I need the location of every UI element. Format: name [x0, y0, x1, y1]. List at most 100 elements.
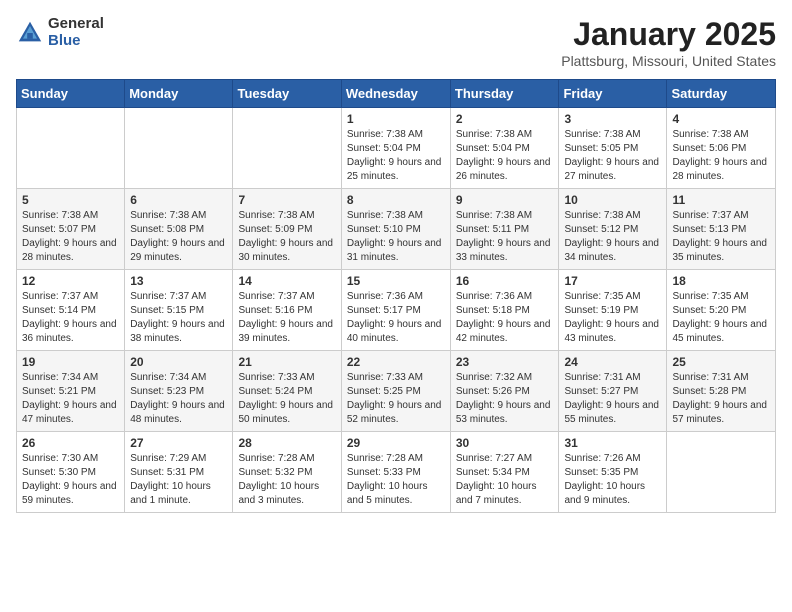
calendar-subtitle: Plattsburg, Missouri, United States [561, 53, 776, 69]
day-info: Sunrise: 7:38 AM Sunset: 5:12 PM Dayligh… [564, 209, 661, 265]
calendar-cell: 29Sunrise: 7:28 AM Sunset: 5:33 PM Dayli… [341, 432, 450, 513]
logo-icon [16, 19, 44, 47]
day-info: Sunrise: 7:38 AM Sunset: 5:09 PM Dayligh… [238, 209, 335, 265]
day-info: Sunrise: 7:35 AM Sunset: 5:20 PM Dayligh… [672, 290, 770, 346]
title-block: January 2025 Plattsburg, Missouri, Unite… [561, 16, 776, 69]
weekday-header-thursday: Thursday [450, 80, 559, 108]
calendar-cell: 15 Sunrise: 7:36 AM Sunset: 5:17 PM Dayli… [341, 270, 450, 351]
day-number: 19 [22, 355, 119, 369]
calendar-cell: 12 Sunrise: 7:37 AM Sunset: 5:14 PM Dayli… [17, 270, 125, 351]
day-number: 10 [564, 193, 661, 207]
day-info: Sunrise: 7:37 AM Sunset: 5:15 PM Dayligh… [130, 290, 227, 346]
logo-general-text: General [48, 16, 104, 33]
day-info: Sunrise: 7:38 AM Sunset: 5:04 PM Dayligh… [456, 128, 554, 184]
day-number: 21 [238, 355, 335, 369]
weekday-header-monday: Monday [125, 80, 233, 108]
calendar-cell: 31Sunrise: 7:26 AM Sunset: 5:35 PM Dayli… [559, 432, 667, 513]
day-number: 23 [456, 355, 554, 369]
calendar-cell [233, 108, 341, 189]
calendar-row-2: 5 Sunrise: 7:38 AM Sunset: 5:07 PM Daylig… [17, 189, 776, 270]
calendar-cell: 4 Sunrise: 7:38 AM Sunset: 5:06 PM Daylig… [667, 108, 776, 189]
day-info: Sunrise: 7:37 AM Sunset: 5:14 PM Dayligh… [22, 290, 119, 346]
calendar-cell: 19 Sunrise: 7:34 AM Sunset: 5:21 PM Dayli… [17, 351, 125, 432]
calendar-cell: 7 Sunrise: 7:38 AM Sunset: 5:09 PM Daylig… [233, 189, 341, 270]
day-info: Sunrise: 7:27 AM Sunset: 5:34 PM Dayligh… [456, 452, 554, 508]
logo: General Blue [16, 16, 104, 49]
logo-text: General Blue [48, 16, 104, 49]
day-number: 7 [238, 193, 335, 207]
day-info: Sunrise: 7:32 AM Sunset: 5:26 PM Dayligh… [456, 371, 554, 427]
calendar-cell: 25 Sunrise: 7:31 AM Sunset: 5:28 PM Dayli… [667, 351, 776, 432]
day-number: 30 [456, 436, 554, 450]
day-number: 20 [130, 355, 227, 369]
logo-blue-text: Blue [48, 33, 104, 50]
day-number: 11 [672, 193, 770, 207]
day-number: 4 [672, 112, 770, 126]
calendar-cell: 14 Sunrise: 7:37 AM Sunset: 5:16 PM Dayli… [233, 270, 341, 351]
day-info: Sunrise: 7:36 AM Sunset: 5:18 PM Dayligh… [456, 290, 554, 346]
calendar-cell: 16Sunrise: 7:36 AM Sunset: 5:18 PM Dayli… [450, 270, 559, 351]
calendar-cell: 26 Sunrise: 7:30 AM Sunset: 5:30 PM Dayli… [17, 432, 125, 513]
calendar-cell: 30 Sunrise: 7:27 AM Sunset: 5:34 PM Dayli… [450, 432, 559, 513]
day-info: Sunrise: 7:33 AM Sunset: 5:24 PM Dayligh… [238, 371, 335, 427]
day-number: 12 [22, 274, 119, 288]
day-number: 27 [130, 436, 227, 450]
calendar-cell: 2 Sunrise: 7:38 AM Sunset: 5:04 PM Daylig… [450, 108, 559, 189]
calendar-row-4: 19 Sunrise: 7:34 AM Sunset: 5:21 PM Dayli… [17, 351, 776, 432]
day-info: Sunrise: 7:38 AM Sunset: 5:11 PM Dayligh… [456, 209, 554, 265]
calendar-cell: 27 Sunrise: 7:29 AM Sunset: 5:31 PM Dayli… [125, 432, 233, 513]
day-info: Sunrise: 7:31 AM Sunset: 5:27 PM Dayligh… [564, 371, 661, 427]
day-number: 28 [238, 436, 335, 450]
day-number: 2 [456, 112, 554, 126]
day-number: 6 [130, 193, 227, 207]
day-info: Sunrise: 7:38 AM Sunset: 5:05 PM Dayligh… [564, 128, 661, 184]
page-header: General Blue January 2025 Plattsburg, Mi… [16, 16, 776, 69]
day-info: Sunrise: 7:33 AM Sunset: 5:25 PM Dayligh… [347, 371, 445, 427]
calendar-cell: 22 Sunrise: 7:33 AM Sunset: 5:25 PM Dayli… [341, 351, 450, 432]
day-info: Sunrise: 7:31 AM Sunset: 5:28 PM Dayligh… [672, 371, 770, 427]
calendar-cell: 17Sunrise: 7:35 AM Sunset: 5:19 PM Dayli… [559, 270, 667, 351]
day-number: 22 [347, 355, 445, 369]
day-number: 14 [238, 274, 335, 288]
day-number: 25 [672, 355, 770, 369]
day-info: Sunrise: 7:29 AM Sunset: 5:31 PM Dayligh… [130, 452, 227, 508]
day-info: Sunrise: 7:35 AM Sunset: 5:19 PM Dayligh… [564, 290, 661, 346]
calendar-cell: 1 Sunrise: 7:38 AM Sunset: 5:04 PM Daylig… [341, 108, 450, 189]
weekday-header-wednesday: Wednesday [341, 80, 450, 108]
calendar-cell: 3Sunrise: 7:38 AM Sunset: 5:05 PM Daylig… [559, 108, 667, 189]
calendar-cell: 20Sunrise: 7:34 AM Sunset: 5:23 PM Dayli… [125, 351, 233, 432]
day-info: Sunrise: 7:38 AM Sunset: 5:07 PM Dayligh… [22, 209, 119, 265]
day-info: Sunrise: 7:37 AM Sunset: 5:16 PM Dayligh… [238, 290, 335, 346]
day-info: Sunrise: 7:36 AM Sunset: 5:17 PM Dayligh… [347, 290, 445, 346]
day-number: 26 [22, 436, 119, 450]
calendar-title: January 2025 [561, 16, 776, 53]
weekday-header-sunday: Sunday [17, 80, 125, 108]
weekday-header-tuesday: Tuesday [233, 80, 341, 108]
day-info: Sunrise: 7:38 AM Sunset: 5:06 PM Dayligh… [672, 128, 770, 184]
day-info: Sunrise: 7:34 AM Sunset: 5:21 PM Dayligh… [22, 371, 119, 427]
day-info: Sunrise: 7:37 AM Sunset: 5:13 PM Dayligh… [672, 209, 770, 265]
calendar-cell [17, 108, 125, 189]
weekday-header-saturday: Saturday [667, 80, 776, 108]
calendar-cell: 24 Sunrise: 7:31 AM Sunset: 5:27 PM Dayli… [559, 351, 667, 432]
day-number: 1 [347, 112, 445, 126]
day-number: 5 [22, 193, 119, 207]
calendar-cell: 23 Sunrise: 7:32 AM Sunset: 5:26 PM Dayli… [450, 351, 559, 432]
calendar-cell [125, 108, 233, 189]
calendar-cell: 18 Sunrise: 7:35 AM Sunset: 5:20 PM Dayli… [667, 270, 776, 351]
day-number: 24 [564, 355, 661, 369]
calendar-row-1: 1 Sunrise: 7:38 AM Sunset: 5:04 PM Daylig… [17, 108, 776, 189]
day-info: Sunrise: 7:30 AM Sunset: 5:30 PM Dayligh… [22, 452, 119, 508]
day-info: Sunrise: 7:38 AM Sunset: 5:04 PM Dayligh… [347, 128, 445, 184]
day-info: Sunrise: 7:38 AM Sunset: 5:08 PM Dayligh… [130, 209, 227, 265]
day-info: Sunrise: 7:28 AM Sunset: 5:33 PM Dayligh… [347, 452, 445, 508]
calendar-cell: 6 Sunrise: 7:38 AM Sunset: 5:08 PM Daylig… [125, 189, 233, 270]
day-number: 18 [672, 274, 770, 288]
day-info: Sunrise: 7:26 AM Sunset: 5:35 PM Dayligh… [564, 452, 661, 508]
calendar-row-3: 12 Sunrise: 7:37 AM Sunset: 5:14 PM Dayli… [17, 270, 776, 351]
day-info: Sunrise: 7:38 AM Sunset: 5:10 PM Dayligh… [347, 209, 445, 265]
weekday-header-friday: Friday [559, 80, 667, 108]
day-number: 15 [347, 274, 445, 288]
calendar-cell: 8Sunrise: 7:38 AM Sunset: 5:10 PM Daylig… [341, 189, 450, 270]
calendar-cell: 28Sunrise: 7:28 AM Sunset: 5:32 PM Dayli… [233, 432, 341, 513]
